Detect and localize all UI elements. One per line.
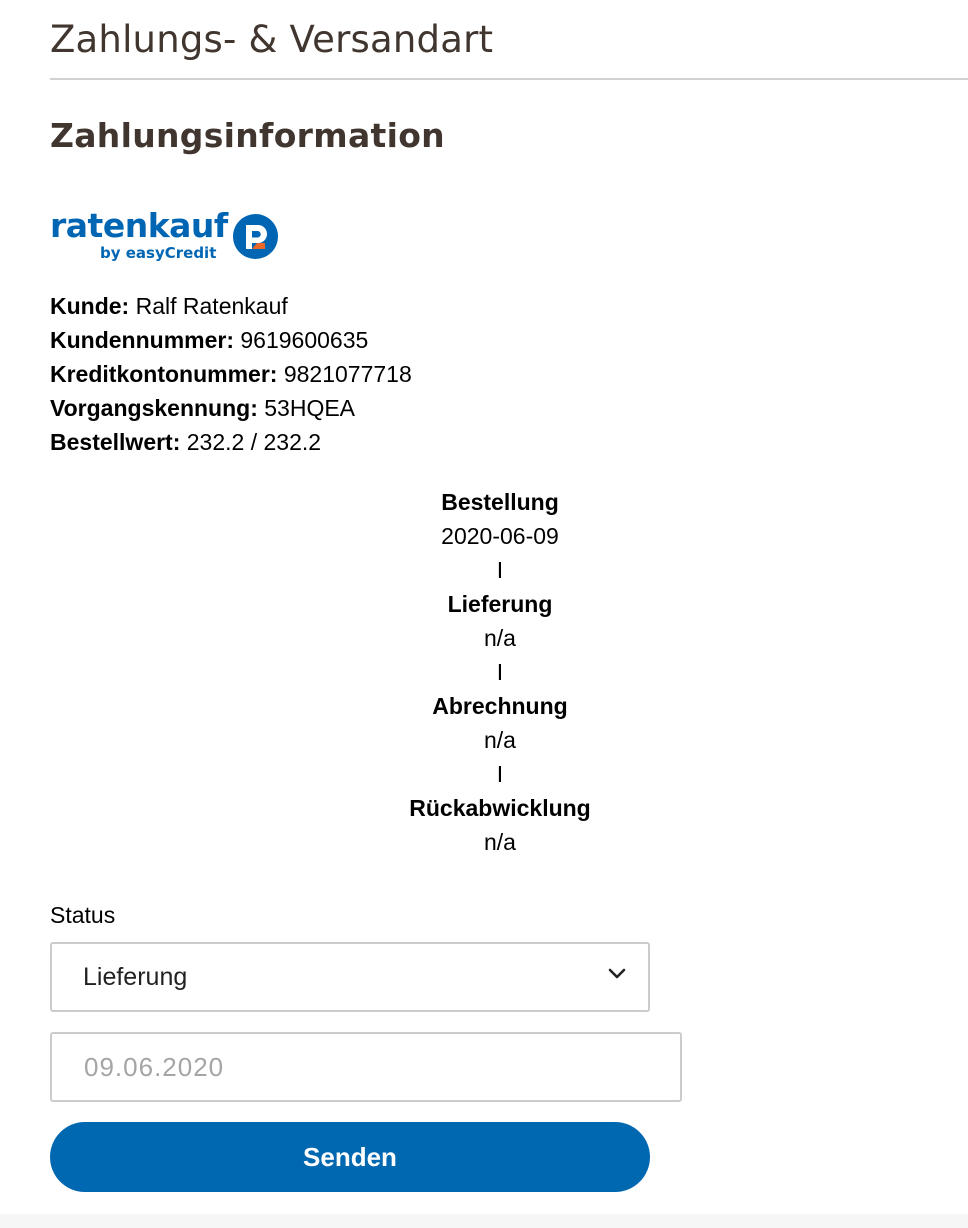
- timeline-separator: I: [496, 659, 504, 685]
- timeline-step-delivery-value: n/a: [484, 625, 516, 651]
- info-row-order-value: Bestellwert: 232.2 / 232.2: [50, 425, 412, 459]
- timeline-step-order-label: Bestellung: [441, 489, 559, 515]
- info-label: Vorgangskennung:: [50, 395, 258, 421]
- send-button[interactable]: Senden: [50, 1122, 650, 1192]
- order-timeline: Bestellung 2020-06-09 I Lieferung n/a I …: [300, 485, 700, 859]
- ratenkauf-logo: ratenkauf by easyCredit: [50, 206, 290, 266]
- info-row-customer-number: Kundennummer: 9619600635: [50, 323, 412, 357]
- info-value: 9821077718: [283, 361, 412, 387]
- section-title: Zahlungs- & Versandart: [50, 18, 494, 61]
- status-label: Status: [50, 902, 116, 928]
- timeline-separator: I: [496, 761, 504, 787]
- info-label: Kreditkontonummer:: [50, 361, 278, 387]
- payment-info-title: Zahlungsinformation: [50, 116, 445, 155]
- logo-wordmark: ratenkauf: [50, 206, 228, 245]
- timeline-separator: I: [496, 557, 504, 583]
- chevron-down-icon: [608, 968, 626, 979]
- info-label: Kundennummer:: [50, 327, 234, 353]
- date-input[interactable]: [50, 1032, 682, 1102]
- timeline-step-reversal-label: Rückabwicklung: [409, 795, 591, 821]
- section-divider: [50, 78, 968, 80]
- timeline-step-reversal-value: n/a: [484, 829, 516, 855]
- info-label: Kunde:: [50, 293, 130, 319]
- info-value: 9619600635: [240, 327, 369, 353]
- info-row-credit-account: Kreditkontonummer: 9821077718: [50, 357, 412, 391]
- info-label: Bestellwert:: [50, 429, 181, 455]
- timeline-step-order-value: 2020-06-09: [441, 523, 559, 549]
- info-value: 53HQEA: [264, 395, 356, 421]
- ratenkauf-logo-icon: [233, 214, 278, 259]
- page-bottom-band: [0, 1214, 968, 1228]
- customer-info: Kunde: Ralf Ratenkauf Kundennummer: 9619…: [50, 289, 412, 459]
- info-row-customer: Kunde: Ralf Ratenkauf: [50, 289, 412, 323]
- timeline-step-billing-value: n/a: [484, 727, 516, 753]
- info-value: 232.2 / 232.2: [186, 429, 322, 455]
- timeline-step-delivery-label: Lieferung: [447, 591, 553, 617]
- info-value: Ralf Ratenkauf: [135, 293, 288, 319]
- timeline-step-billing-label: Abrechnung: [432, 693, 568, 719]
- status-select[interactable]: Lieferung: [50, 942, 650, 1012]
- info-row-transaction-id: Vorgangskennung: 53HQEA: [50, 391, 412, 425]
- status-select-value: Lieferung: [83, 963, 188, 991]
- logo-byline: by easyCredit: [100, 244, 217, 262]
